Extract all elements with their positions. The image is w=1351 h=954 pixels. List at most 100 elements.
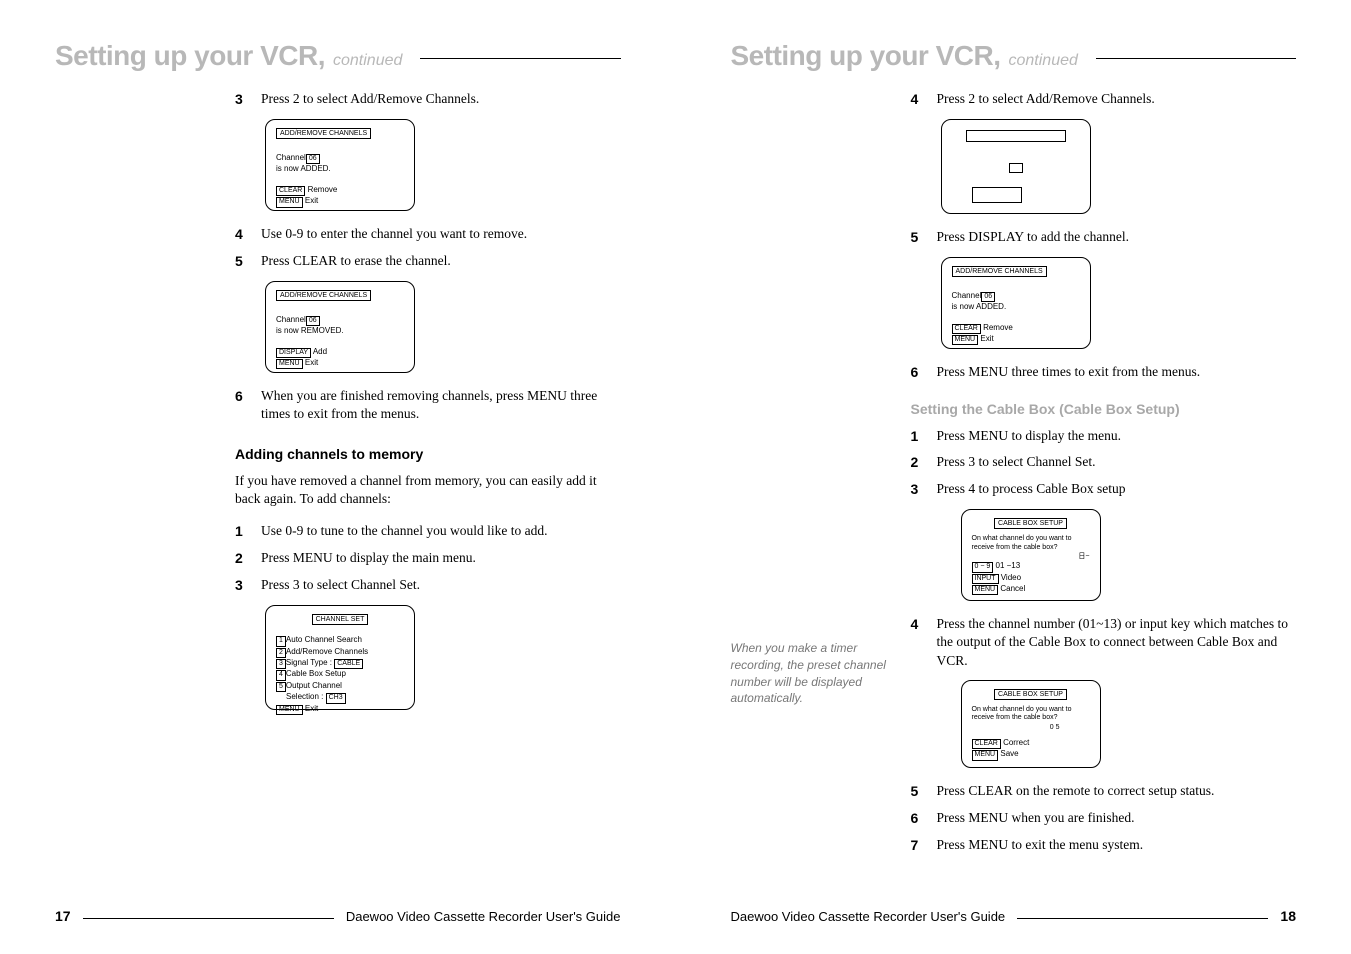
osd-text: is now ADDED. <box>952 302 1080 312</box>
step: 7 Press MENU to exit the menu system. <box>911 836 1297 855</box>
osd-text: is now ADDED. <box>276 164 404 174</box>
osd-key: DISPLAY <box>276 348 311 358</box>
footer-text: Daewoo Video Cassette Recorder User's Gu… <box>346 909 621 924</box>
osd-title: ADD/REMOVE CHANNELS <box>276 128 371 139</box>
osd-title: ADD/REMOVE CHANNELS <box>276 290 371 301</box>
page-right: Setting up your VCR, continued When you … <box>676 0 1351 954</box>
step-num: 6 <box>911 809 923 828</box>
osd-screen: CABLE BOX SETUP On what channel do you w… <box>961 680 1101 768</box>
footer-text: Daewoo Video Cassette Recorder User's Gu… <box>731 909 1006 924</box>
step-text: When you are finished removing channels,… <box>261 387 621 423</box>
osd-screen: CABLE BOX SETUP On what channel do you w… <box>961 509 1101 601</box>
osd-key: MENU <box>276 359 303 369</box>
step-text: Use 0-9 to tune to the channel you would… <box>261 522 547 541</box>
osd-text: Channel <box>276 153 306 162</box>
step-num: 4 <box>911 90 923 109</box>
footer-rule <box>1017 918 1268 919</box>
step-text: Press DISPLAY to add the channel. <box>937 228 1129 247</box>
osd-screen: CHANNEL SET 1Auto Channel Search 2Add/Re… <box>265 605 415 710</box>
step-text: Press CLEAR to erase the channel. <box>261 252 451 271</box>
osd-label: Video <box>1001 573 1021 582</box>
page-number: 18 <box>1280 908 1296 924</box>
osd-label: Save <box>1000 749 1018 758</box>
step-num: 3 <box>235 576 247 595</box>
placeholder-bar <box>972 191 1022 203</box>
step-text: Press 4 to process Cable Box setup <box>937 480 1126 499</box>
paragraph: If you have removed a channel from memor… <box>235 472 621 508</box>
step: 6 Press MENU three times to exit from th… <box>911 363 1297 382</box>
step-text: Press MENU three times to exit from the … <box>937 363 1201 382</box>
osd-label: Correct <box>1003 738 1029 747</box>
osd-text: Auto Channel Search <box>286 635 362 644</box>
header: Setting up your VCR, continued <box>55 40 621 72</box>
osd-text: Channel <box>276 315 306 324</box>
step-text: Press MENU to display the main menu. <box>261 549 476 568</box>
osd-key: MENU <box>952 335 979 345</box>
osd-text: Signal Type : <box>286 658 332 667</box>
osd-screen: ADD/REMOVE CHANNELS Channel06 is now ADD… <box>265 119 415 211</box>
step-num: 5 <box>911 228 923 247</box>
step: 3 Press 2 to select Add/Remove Channels. <box>235 90 621 109</box>
header-rule <box>1096 58 1296 59</box>
osd-value: 06 <box>306 154 320 164</box>
continued-label: continued <box>1009 52 1078 70</box>
osd-label: Exit <box>305 196 318 205</box>
content-left: 3 Press 2 to select Add/Remove Channels.… <box>235 90 621 724</box>
osd-text: On what channel do you want to receive f… <box>972 706 1090 723</box>
page-left: Setting up your VCR, continued 3 Press 2… <box>0 0 676 954</box>
step-num: 2 <box>911 453 923 472</box>
step-text: Press 2 to select Add/Remove Channels. <box>937 90 1155 109</box>
step: 1 Use 0-9 to tune to the channel you wou… <box>235 522 621 541</box>
osd-label: Exit <box>305 358 318 367</box>
osd-title: ADD/REMOVE CHANNELS <box>952 266 1047 277</box>
step-num: 7 <box>911 836 923 855</box>
footer: Daewoo Video Cassette Recorder User's Gu… <box>731 898 1297 924</box>
osd-key: 0 − 9 <box>972 562 994 572</box>
osd-label: Remove <box>308 185 338 194</box>
placeholder-bar <box>966 130 1066 142</box>
osd-title: CABLE BOX SETUP <box>994 518 1067 529</box>
subhead: Adding channels to memory <box>235 445 621 464</box>
osd-key: 3 <box>276 659 286 669</box>
osd-text: On what channel do you want to receive f… <box>972 535 1090 552</box>
page-title: Setting up your VCR, <box>55 40 325 72</box>
osd-key: CLEAR <box>276 186 305 196</box>
osd-key: 5 <box>276 682 286 692</box>
step: 4 Use 0-9 to enter the channel you want … <box>235 225 621 244</box>
osd-key: MENU <box>972 585 999 595</box>
osd-label: Add <box>313 347 327 356</box>
step: 3 Press 3 to select Channel Set. <box>235 576 621 595</box>
step: 1 Press MENU to display the menu. <box>911 427 1297 446</box>
step: 4 Press the channel number (01~13) or in… <box>911 615 1297 670</box>
step-text: Press 2 to select Add/Remove Channels. <box>261 90 479 109</box>
osd-key: CLEAR <box>952 324 981 334</box>
step-text: Press the channel number (01~13) or inpu… <box>937 615 1297 670</box>
osd-screen: ADD/REMOVE CHANNELS Channel06 is now REM… <box>265 281 415 373</box>
step: 6 Press MENU when you are finished. <box>911 809 1297 828</box>
step-num: 3 <box>911 480 923 499</box>
osd-text: is now REMOVED. <box>276 326 404 336</box>
sidenote: When you make a timer recording, the pre… <box>731 640 896 707</box>
step-text: Press 3 to select Channel Set. <box>937 453 1096 472</box>
osd-text: Selection : <box>286 692 323 701</box>
step: 6 When you are finished removing channel… <box>235 387 621 423</box>
osd-key: 2 <box>276 648 286 658</box>
osd-key: MENU <box>972 750 999 760</box>
osd-text: Output Channel <box>286 681 342 690</box>
step: 5 Press CLEAR to erase the channel. <box>235 252 621 271</box>
step-num: 1 <box>235 522 247 541</box>
osd-value: 06 <box>981 292 995 302</box>
step-text: Press 3 to select Channel Set. <box>261 576 420 595</box>
step-text: Press CLEAR on the remote to correct set… <box>937 782 1215 801</box>
footer-rule <box>83 918 334 919</box>
step: 5 Press CLEAR on the remote to correct s… <box>911 782 1297 801</box>
header-rule <box>420 58 620 59</box>
step-num: 2 <box>235 549 247 568</box>
header: Setting up your VCR, continued <box>731 40 1297 72</box>
step-num: 6 <box>911 363 923 382</box>
page-title: Setting up your VCR, <box>731 40 1001 72</box>
step-num: 1 <box>911 427 923 446</box>
osd-label: Cancel <box>1000 584 1025 593</box>
content-right: 4 Press 2 to select Add/Remove Channels.… <box>911 90 1297 863</box>
step-num: 5 <box>235 252 247 271</box>
